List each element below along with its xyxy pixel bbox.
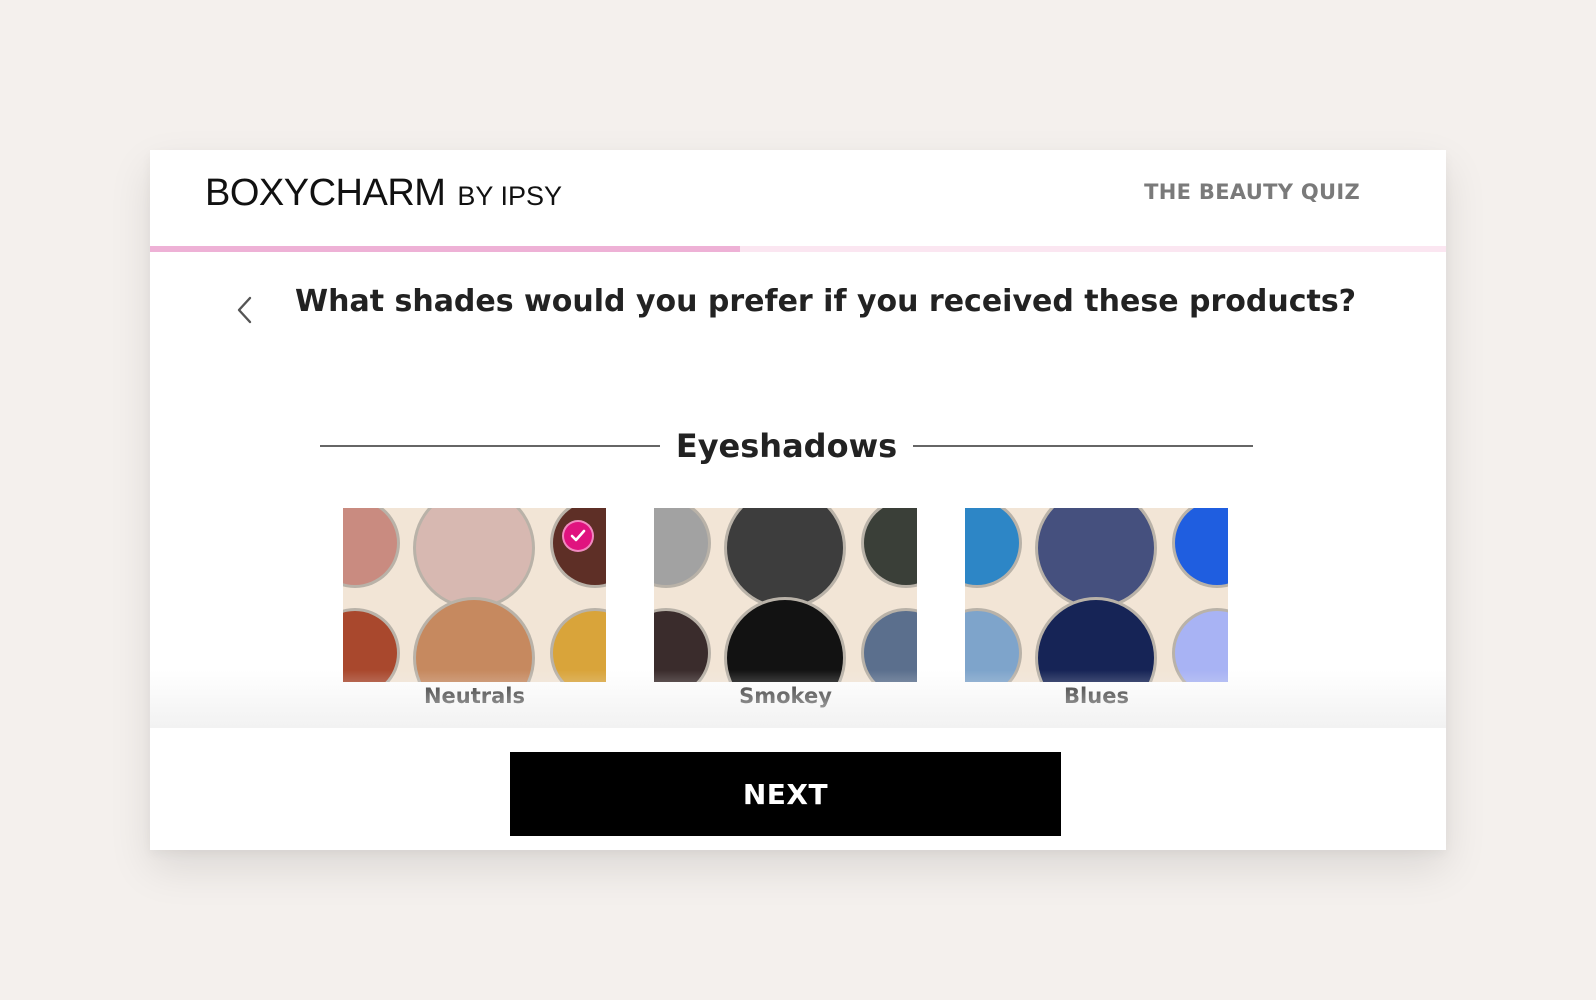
selected-check-icon — [562, 520, 594, 552]
progress-fill — [150, 246, 740, 252]
logo-sub-text: BY IPSY — [457, 181, 562, 211]
brand-logo[interactable]: BOXYCHARM BY IPSY — [205, 172, 562, 215]
option-label: Neutrals — [423, 684, 526, 708]
footer: NEXT — [150, 728, 1446, 850]
option-blues[interactable]: Blues — [965, 508, 1228, 708]
swatch-image — [965, 508, 1228, 682]
header: BOXYCHARM BY IPSY THE BEAUTY QUIZ — [150, 150, 1446, 246]
chevron-left-icon — [237, 296, 252, 324]
section-heading: Eyeshadows — [320, 423, 1253, 469]
question-text: What shades would you prefer if you rece… — [295, 284, 1357, 319]
divider-left — [320, 445, 660, 447]
section-title: Eyeshadows — [675, 427, 898, 465]
quiz-title: THE BEAUTY QUIZ — [1144, 180, 1360, 204]
option-label: Blues — [1064, 684, 1129, 708]
logo-main-text: BOXYCHARM — [205, 172, 446, 214]
option-label: Smokey — [739, 684, 832, 708]
next-button[interactable]: NEXT — [510, 752, 1061, 836]
option-smokey[interactable]: Smokey — [654, 508, 917, 708]
option-neutrals[interactable]: Neutrals — [343, 508, 606, 708]
swatch-image — [654, 508, 917, 682]
quiz-card: BOXYCHARM BY IPSY THE BEAUTY QUIZ What s… — [150, 150, 1446, 850]
divider-right — [913, 445, 1253, 447]
progress-bar — [150, 246, 1446, 252]
back-button[interactable] — [230, 290, 260, 330]
